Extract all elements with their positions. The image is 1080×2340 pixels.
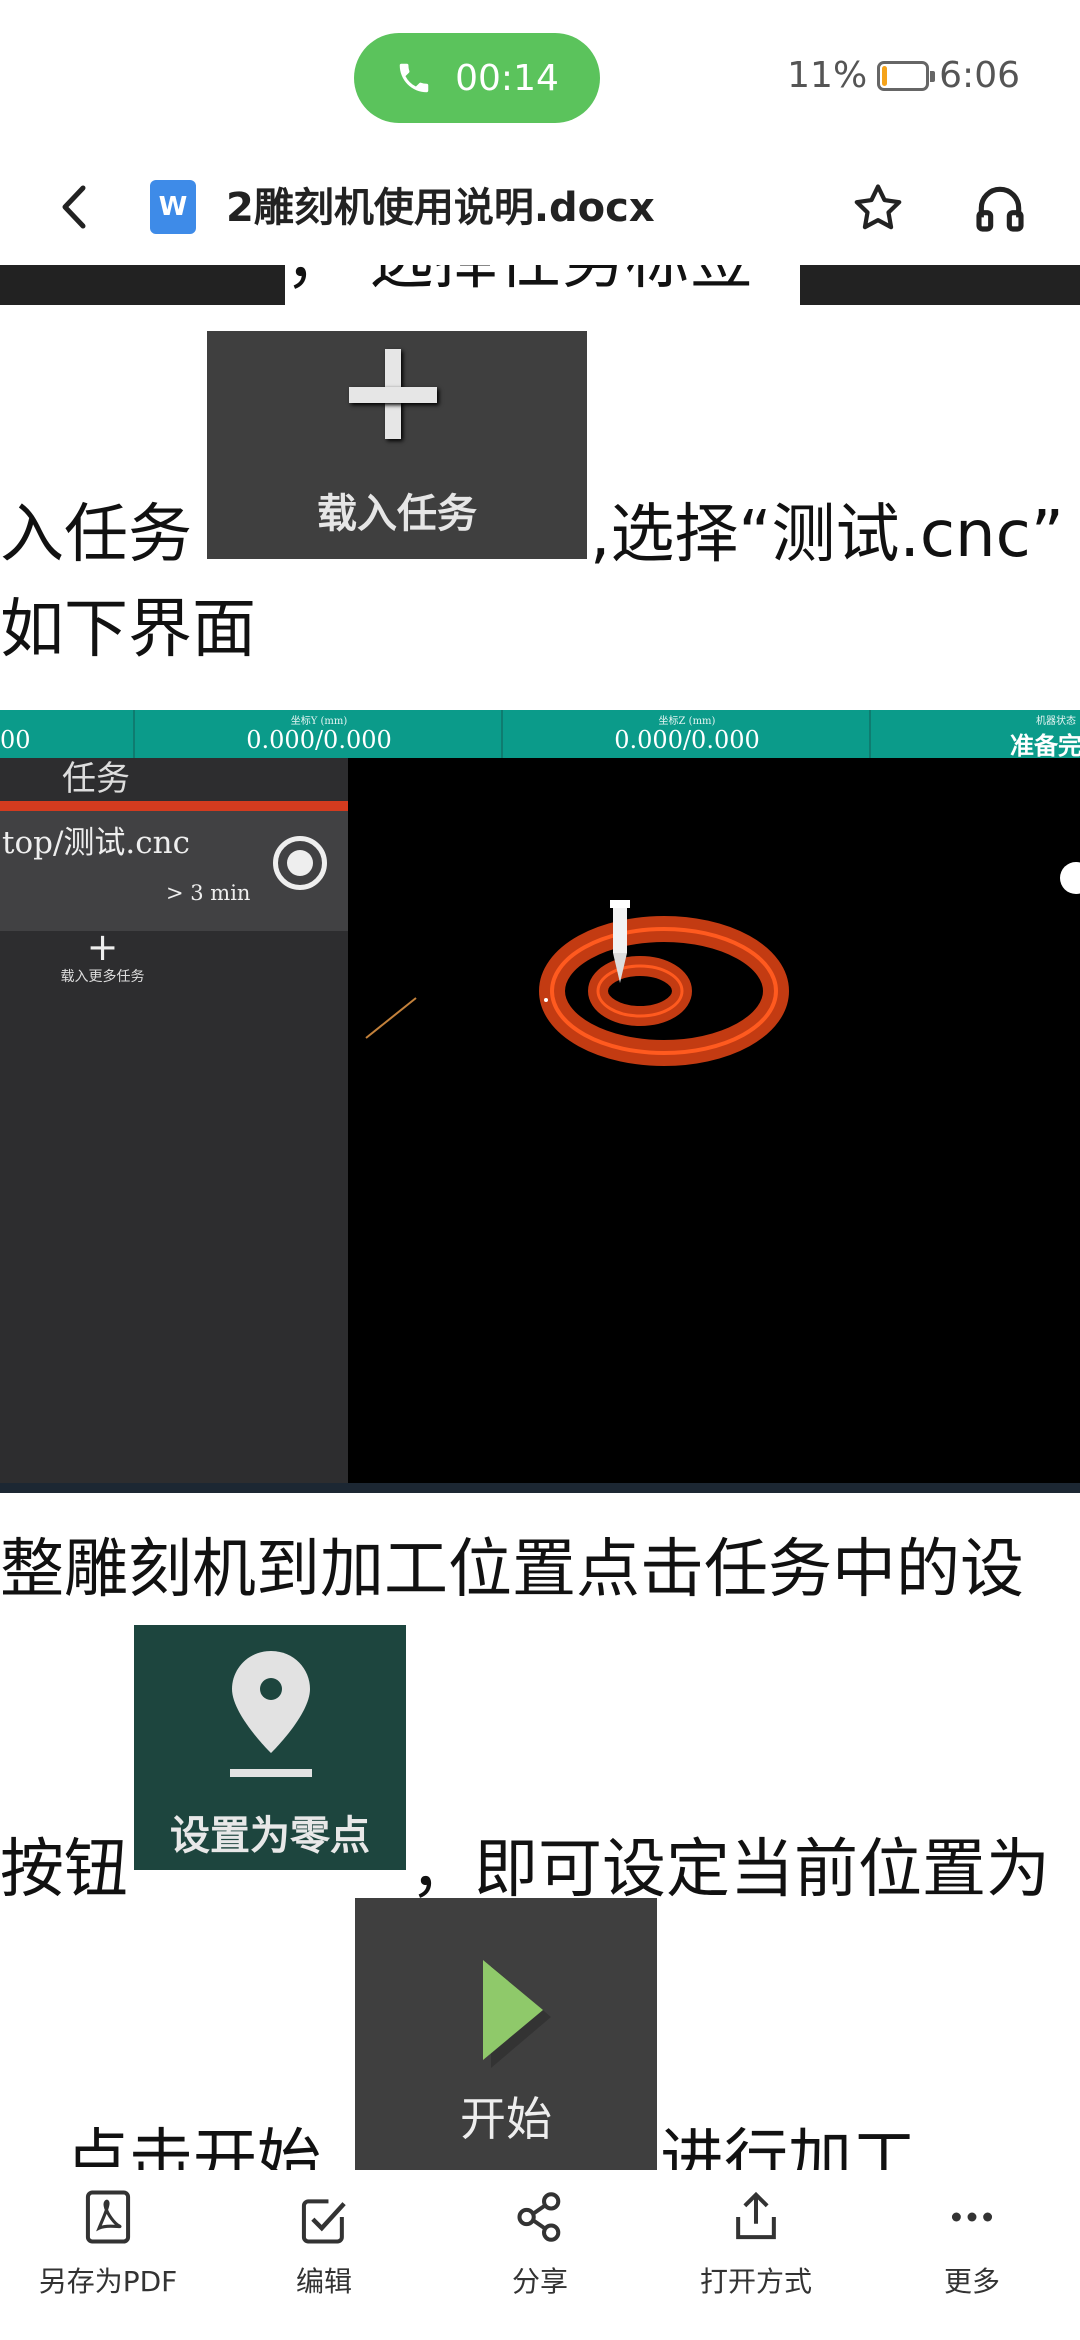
task-select-radio-icon (273, 836, 327, 890)
coord-x-value: 00 (0, 726, 31, 754)
battery-icon (877, 60, 936, 91)
load-more-label: 载入更多任务 (60, 969, 145, 985)
battery-fill (882, 65, 888, 86)
coord-y-caption: 坐标Y (mm) (290, 716, 348, 727)
more-label: 更多 (943, 2265, 1000, 2298)
word-doc-icon: W (150, 180, 196, 234)
start-image-label: 开始 (460, 2092, 552, 2146)
read-aloud-button[interactable] (972, 180, 1032, 240)
text-start-prefix: 点击开始 (65, 2123, 321, 2170)
open-with-label: 打开方式 (699, 2265, 812, 2298)
text-line-interface: 如下界面 (0, 593, 256, 667)
text-adjust: 整雕刻机到加工位置点击任务中的设 (0, 1533, 1024, 1607)
machine-status-caption: 机器状态 (1036, 716, 1076, 727)
machine-status-value: 准备完 (1010, 731, 1080, 760)
back-button[interactable] (45, 172, 105, 242)
document-title: 2雕刻机使用说明.docx (226, 185, 655, 231)
embedded-image-fragment (0, 265, 285, 305)
coord-z-caption: 坐标Z (mm) (658, 716, 716, 727)
open-with-button[interactable]: 打开方式 (648, 2188, 864, 2328)
headphones-icon (976, 186, 1024, 232)
coord-y-value: 0.000/0.000 (246, 726, 392, 754)
plus-icon: + (86, 925, 119, 969)
status-bar: 00:14 11% 6:06 (0, 0, 1080, 150)
location-pin-icon (230, 1651, 312, 1777)
text-load-prefix: 入任务 (0, 498, 192, 572)
share-button[interactable]: 分享 (432, 2188, 648, 2328)
text-line-1: ， 选择任务标签 (285, 265, 753, 301)
start-image: 开始 (355, 1898, 657, 2170)
document-content[interactable]: ， 选择任务标签 入任务 载入任务 ,选择“测试.cnc” 如下界面 00 坐标… (0, 265, 1080, 2170)
edit-label: 编辑 (295, 2265, 352, 2298)
text-load-suffix: ,选择“测试.cnc” (590, 498, 1064, 572)
more-icon (951, 2212, 993, 2222)
save-as-pdf-label: 另存为PDF (38, 2265, 178, 2298)
battery-percent: 11% (787, 55, 868, 96)
load-task-image-label: 载入任务 (317, 490, 477, 537)
bottom-toolbar: 另存为PDF 编辑 分享 打开方式 更多 (0, 2170, 1080, 2340)
coord-z-value: 0.000/0.000 (614, 726, 760, 754)
back-arrow-icon (62, 185, 86, 229)
text-zero-prefix: 按钮 (0, 1833, 128, 1907)
ongoing-call-pill[interactable]: 00:14 (354, 33, 600, 123)
phone-icon (399, 63, 429, 93)
load-more-tasks: + 载入更多任务 (30, 928, 175, 986)
share-icon (517, 2192, 561, 2242)
text-start-suffix: 进行加工 (660, 2123, 916, 2170)
more-button[interactable]: 更多 (864, 2188, 1080, 2328)
coordinate-bar: 00 坐标Y (mm) 0.000/0.000 坐标Z (mm) 0.000/0… (0, 710, 1080, 760)
edit-icon (301, 2199, 346, 2244)
software-screenshot: 00 坐标Y (mm) 0.000/0.000 坐标Z (mm) 0.000/0… (0, 710, 1080, 1493)
set-zero-image: 设置为零点 (134, 1625, 406, 1870)
star-icon (854, 184, 902, 230)
task-time: > 3 min (166, 881, 251, 905)
embedded-image-fragment (800, 265, 1080, 305)
task-sidebar: 任务 top/测试.cnc > 3 min + 载入更多任务 (0, 758, 348, 1483)
task-name: top/测试.cnc (2, 825, 190, 861)
play-icon (483, 1960, 551, 2068)
task-item: top/测试.cnc > 3 min (0, 811, 348, 931)
open-with-icon (736, 2191, 776, 2240)
task-sidebar-title: 任务 (62, 759, 130, 799)
active-tab-indicator (0, 801, 348, 811)
title-bar: W 2雕刻机使用说明.docx (0, 150, 1080, 265)
set-zero-image-label: 设置为零点 (170, 1812, 370, 1859)
save-as-pdf-button[interactable]: 另存为PDF (0, 2188, 216, 2328)
call-duration: 00:14 (455, 57, 559, 99)
toolpath-preview (365, 862, 1080, 1066)
share-label: 分享 (511, 2265, 568, 2298)
pdf-icon (85, 2190, 131, 2244)
status-right: 11% 6:06 (787, 55, 1020, 96)
clock: 6:06 (939, 55, 1020, 96)
edit-button[interactable]: 编辑 (216, 2188, 432, 2328)
favorite-button[interactable] (850, 180, 910, 240)
load-task-image: 载入任务 (207, 331, 587, 559)
